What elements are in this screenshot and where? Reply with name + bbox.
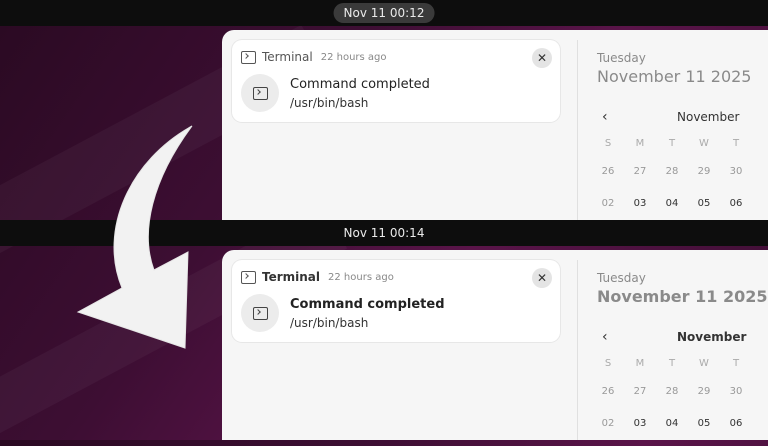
close-notification-button[interactable]: ✕ <box>532 48 552 68</box>
calendar-day[interactable]: 02 <box>596 198 620 209</box>
notification-calendar-panel: Terminal 22 hours ago ✕ Command complete… <box>222 250 768 440</box>
calendar-day[interactable]: 05 <box>692 418 716 429</box>
notification-app-name: Terminal <box>262 270 321 284</box>
calendar-day[interactable]: 30 <box>724 386 748 397</box>
panel-divider <box>577 40 578 220</box>
notification-card[interactable]: Terminal 22 hours ago ✕ Command complete… <box>232 260 560 342</box>
calendar-day[interactable]: 06 <box>724 418 748 429</box>
weekday-label: T <box>668 358 676 369</box>
weekday-label: T <box>668 138 676 149</box>
notification-card[interactable]: Terminal 22 hours ago ✕ Command complete… <box>232 40 560 122</box>
previous-month-button[interactable]: ‹ <box>602 329 608 345</box>
previous-month-button[interactable]: ‹ <box>602 109 608 125</box>
clock-button[interactable]: Nov 11 00:12 <box>333 3 435 23</box>
terminal-icon <box>252 306 268 320</box>
notification-calendar-panel: Terminal 22 hours ago ✕ Command complete… <box>222 30 768 220</box>
notification-time: 22 hours ago <box>328 271 394 283</box>
weekday-label: M <box>635 138 645 149</box>
calendar-date: November 11 2025 <box>597 287 768 306</box>
calendar-day[interactable]: 29 <box>692 166 716 177</box>
weekday-label: T <box>732 358 740 369</box>
notification-app-name: Terminal <box>262 50 313 64</box>
top-bar: Nov 11 00:12 <box>0 0 768 26</box>
panel-divider <box>577 260 578 440</box>
notification-header: Terminal 22 hours ago <box>241 270 394 284</box>
calendar-month: November <box>677 110 740 124</box>
calendar-day[interactable]: 30 <box>724 166 748 177</box>
weekday-label: T <box>732 138 740 149</box>
calendar-day[interactable]: 27 <box>628 166 652 177</box>
clock-button[interactable]: Nov 11 00:14 <box>334 223 435 243</box>
calendar-day[interactable]: 03 <box>628 198 652 209</box>
calendar-day[interactable]: 28 <box>660 386 684 397</box>
calendar-weekday: Tuesday <box>597 51 646 65</box>
terminal-icon <box>241 270 256 284</box>
calendar-day[interactable]: 26 <box>596 386 620 397</box>
weekday-label: W <box>699 138 709 149</box>
weekday-label: W <box>699 358 709 369</box>
calendar-day[interactable]: 28 <box>660 166 684 177</box>
calendar-day[interactable]: 06 <box>724 198 748 209</box>
terminal-icon <box>252 86 268 100</box>
calendar-day[interactable]: 29 <box>692 386 716 397</box>
weekday-label: M <box>635 358 645 369</box>
calendar-day[interactable]: 04 <box>660 198 684 209</box>
weekday-label: S <box>604 358 612 369</box>
curved-arrow-icon <box>76 125 193 349</box>
notification-title: Command completed <box>290 77 430 92</box>
notification-app-icon <box>241 294 279 332</box>
weekday-label: S <box>604 138 612 149</box>
calendar-weekday: Tuesday <box>597 271 646 285</box>
calendar-day[interactable]: 02 <box>596 418 620 429</box>
close-notification-button[interactable]: ✕ <box>532 268 552 288</box>
calendar-day[interactable]: 03 <box>628 418 652 429</box>
notification-body: /usr/bin/bash <box>290 316 369 330</box>
notification-app-icon <box>241 74 279 112</box>
calendar-date: November 11 2025 <box>597 67 752 86</box>
notification-title: Command completed <box>290 297 445 312</box>
terminal-icon <box>241 50 256 64</box>
notification-time: 22 hours ago <box>320 51 387 63</box>
notification-header: Terminal 22 hours ago <box>241 50 387 64</box>
calendar-day[interactable]: 04 <box>660 418 684 429</box>
calendar-day[interactable]: 05 <box>692 198 716 209</box>
notification-body: /usr/bin/bash <box>290 96 369 110</box>
calendar-month: November <box>677 330 747 344</box>
calendar-day[interactable]: 26 <box>596 166 620 177</box>
calendar-day[interactable]: 27 <box>628 386 652 397</box>
